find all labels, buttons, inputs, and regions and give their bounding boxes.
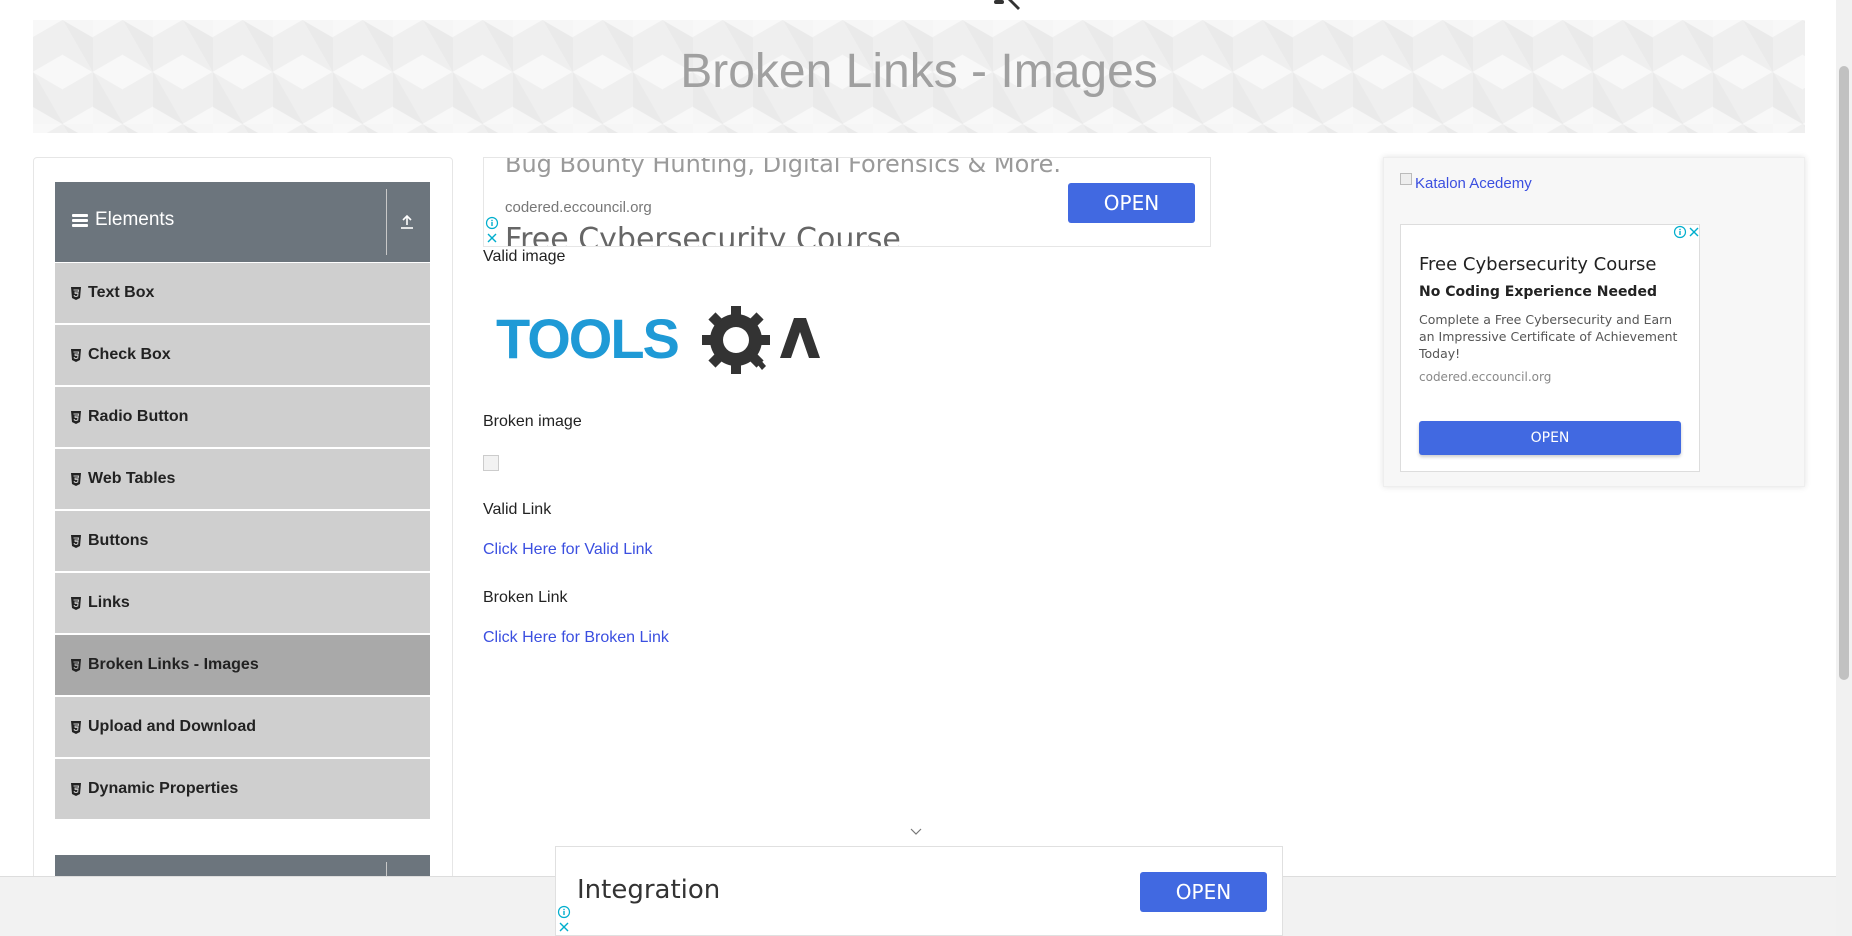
sidebar-item-label: Upload and Download <box>88 718 256 735</box>
html5-icon <box>71 659 81 672</box>
broken-image-icon <box>1400 173 1412 185</box>
sidebar-item-text-box[interactable]: Text Box <box>55 263 430 325</box>
collapse-up-icon[interactable] <box>395 210 419 234</box>
html5-icon <box>71 535 81 548</box>
ad-open-button[interactable]: OPEN <box>1068 183 1195 223</box>
sidebar-group-elements[interactable]: Elements <box>55 182 430 262</box>
valid-link-label: Valid Link <box>483 501 552 518</box>
sidebar-item-buttons[interactable]: Buttons <box>55 511 430 573</box>
page-scrollbar[interactable] <box>1836 0 1852 936</box>
html5-icon <box>71 473 81 486</box>
header-divider <box>386 189 387 255</box>
toolsqa-logo-image: TOOLS <box>496 306 820 374</box>
html5-icon <box>71 287 81 300</box>
broken-image-label: Broken image <box>483 413 582 430</box>
sidebar-item-label: Check Box <box>88 346 171 363</box>
html5-icon <box>71 783 81 796</box>
ad-close-icon[interactable] <box>485 231 499 245</box>
page-title: Broken Links - Images <box>680 45 1158 98</box>
ad-close-icon[interactable] <box>557 920 571 934</box>
ad-headline: Bug Bounty Hunting, Digital Forensics & … <box>505 157 1061 178</box>
page-banner: Broken Links - Images <box>33 20 1805 133</box>
sidebar-item-label: Radio Button <box>88 408 189 425</box>
html5-icon <box>71 597 81 610</box>
page: Broken Links - Images Elements Text Box … <box>0 0 1852 936</box>
sidebar-item-label: Broken Links - Images <box>88 656 259 673</box>
ad-sidebar-right: Katalon Acedemy Free Cybersecurity Cours… <box>1383 157 1805 487</box>
sidebar: Elements Text Box Check Box Radio Button <box>33 157 453 936</box>
html5-icon <box>71 349 81 362</box>
logo-text-tools: TOOLS <box>496 307 679 370</box>
sidebar-item-label: Buttons <box>88 532 149 549</box>
html5-icon <box>71 411 81 424</box>
ad-info-icon[interactable] <box>1673 225 1687 239</box>
sidebar-item-web-tables[interactable]: Web Tables <box>55 449 430 511</box>
ad-card-domain: codered.eccouncil.org <box>1419 370 1552 384</box>
ad-open-button[interactable]: OPEN <box>1140 872 1267 912</box>
ad-info-icon[interactable] <box>485 216 499 230</box>
sidebar-item-upload-and-download[interactable]: Upload and Download <box>55 697 430 759</box>
sidebar-item-dynamic-properties[interactable]: Dynamic Properties <box>55 759 430 821</box>
sidebar-item-label: Text Box <box>88 284 155 301</box>
katalon-academy-link[interactable]: Katalon Acedemy <box>1415 175 1532 192</box>
sidebar-group-title: Elements <box>95 209 175 230</box>
sidebar-item-radio-button[interactable]: Radio Button <box>55 387 430 449</box>
ad-card[interactable]: Free Cybersecurity Course No Coding Expe… <box>1400 224 1700 472</box>
sidebar-item-links[interactable]: Links <box>55 573 430 635</box>
broken-link[interactable]: Click Here for Broken Link <box>483 629 669 647</box>
broken-link-label: Broken Link <box>483 589 568 606</box>
sidebar-item-check-box[interactable]: Check Box <box>55 325 430 387</box>
sidebar-item-label: Dynamic Properties <box>88 780 239 797</box>
ad-close-icon[interactable] <box>1687 225 1701 239</box>
sidebar-menu: Text Box Check Box Radio Button Web Tabl… <box>55 263 430 821</box>
ad-card-body: Complete a Free Cybersecurity and Earn a… <box>1419 312 1678 361</box>
ad-banner-bottom[interactable]: Integration OPEN <box>555 846 1283 936</box>
ad-card-open-button[interactable]: OPEN <box>1419 421 1681 455</box>
sidebar-item-label: Web Tables <box>88 470 176 487</box>
ad-card-title: Free Cybersecurity Course <box>1419 254 1657 275</box>
ad-domain: codered.eccouncil.org <box>505 199 652 216</box>
ad-banner-top[interactable]: Bug Bounty Hunting, Digital Forensics & … <box>483 157 1211 247</box>
sidebar-item-label: Links <box>88 594 130 611</box>
ad-card-subtitle: No Coding Experience Needed <box>1419 284 1657 300</box>
sidebar-item-broken-links-images[interactable]: Broken Links - Images <box>55 635 430 697</box>
valid-link[interactable]: Click Here for Valid Link <box>483 541 653 559</box>
menu-icon <box>72 214 88 228</box>
ad-title: Free Cybersecurity Course <box>505 222 901 247</box>
ad-info-icon[interactable] <box>557 905 571 919</box>
ad-text: Integration <box>577 875 721 905</box>
broken-image-placeholder <box>483 455 499 471</box>
html5-icon <box>71 721 81 734</box>
valid-image-label: Valid image <box>483 248 566 265</box>
chevron-down-icon[interactable] <box>908 826 924 838</box>
toolsqa-header-logo-fragment[interactable] <box>986 0 1036 12</box>
scrollbar-thumb[interactable] <box>1839 66 1849 680</box>
